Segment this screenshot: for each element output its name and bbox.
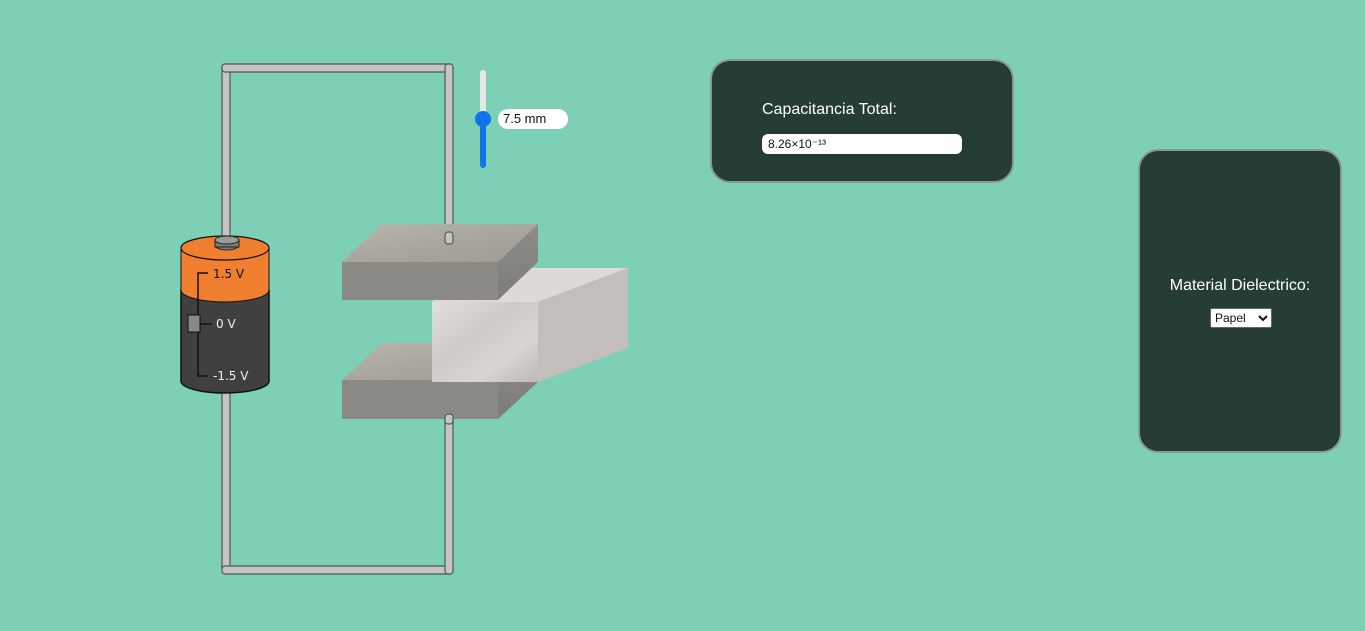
material-panel: Material Dielectrico: Papel	[1138, 149, 1342, 453]
battery-negative-label: -1.5 V	[213, 369, 249, 383]
material-select[interactable]: Papel	[1210, 308, 1272, 328]
capacitance-value-field: 8.26×10⁻¹³	[762, 134, 962, 154]
capacitance-title: Capacitancia Total:	[762, 101, 897, 118]
plate-distance-slider[interactable]	[475, 68, 491, 172]
wire-end-top	[444, 231, 454, 245]
wire-end-bottom	[444, 413, 454, 425]
capacitance-panel: Capacitancia Total: 8.26×10⁻¹³	[710, 59, 1014, 183]
slider-value-label: 7.5 mm	[498, 109, 568, 129]
capacitor	[342, 224, 628, 419]
battery: 1.5 V 0 V -1.5 V	[180, 235, 270, 394]
battery-zero-label: 0 V	[216, 317, 236, 331]
battery-positive-label: 1.5 V	[213, 267, 245, 281]
slider-thumb[interactable]	[475, 111, 491, 127]
material-title: Material Dielectrico:	[1169, 277, 1311, 294]
top-plate	[342, 224, 538, 300]
